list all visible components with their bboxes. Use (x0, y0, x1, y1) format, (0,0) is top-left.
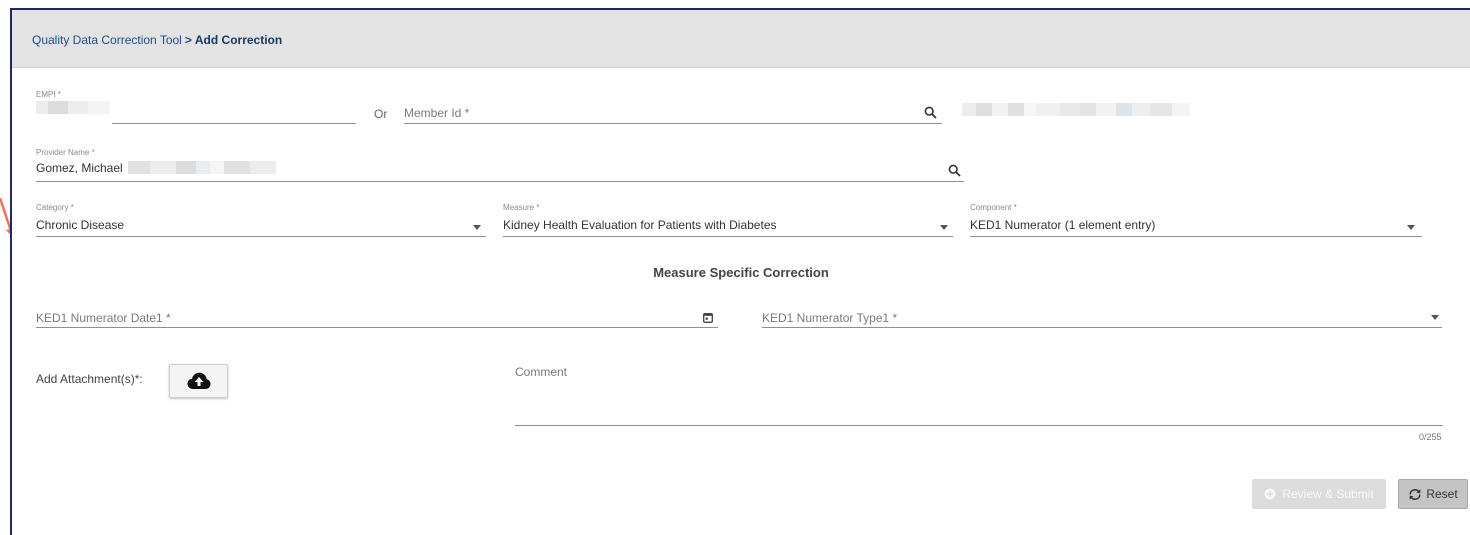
member-redacted-info (962, 103, 1190, 116)
attachment-label: Add Attachment(s)*: (36, 372, 143, 386)
chevron-down-icon[interactable] (1404, 222, 1418, 232)
measure-select[interactable] (503, 236, 953, 237)
reset-label: Reset (1426, 487, 1458, 501)
member-id-placeholder: Member Id * (404, 106, 470, 120)
provider-name-value: Gomez, Michael (36, 161, 123, 175)
empi-label: EMPI * (36, 90, 61, 99)
review-submit-button[interactable]: Review & Submit (1252, 479, 1386, 509)
chevron-down-icon[interactable] (470, 222, 484, 232)
chevron-down-icon[interactable] (1428, 312, 1442, 322)
plus-circle-icon (1264, 488, 1276, 500)
numerator-date-placeholder: KED1 Numerator Date1 * (36, 311, 171, 325)
cloud-upload-icon (187, 372, 210, 389)
provider-redacted-suffix (128, 161, 276, 174)
component-label: Component * (970, 203, 1017, 212)
search-icon[interactable] (922, 104, 938, 120)
measure-value: Kidney Health Evaluation for Patients wi… (503, 218, 777, 232)
provider-name-label: Provider Name * (36, 148, 95, 157)
measure-label: Measure * (503, 203, 540, 212)
page-header: Quality Data Correction Tool > Add Correct… (12, 10, 1470, 68)
review-submit-label: Review & Submit (1282, 487, 1374, 501)
calendar-icon[interactable] (701, 310, 715, 324)
provider-name-field[interactable] (36, 181, 964, 182)
comment-char-counter: 0/255 (1419, 432, 1442, 442)
refresh-icon (1409, 488, 1421, 500)
breadcrumb: Quality Data Correction Tool > Add Correct… (32, 33, 282, 47)
category-label: Category * (36, 203, 74, 212)
member-id-field[interactable] (404, 123, 942, 124)
category-value: Chronic Disease (36, 218, 125, 232)
breadcrumb-root-link[interactable]: Quality Data Correction Tool (32, 33, 182, 47)
component-value: KED1 Numerator (1 element entry) (970, 218, 1156, 232)
breadcrumb-separator: > (184, 33, 192, 47)
empi-field[interactable] (112, 123, 356, 124)
correction-panel: Quality Data Correction Tool > Add Correct… (10, 8, 1470, 535)
or-separator: Or (374, 107, 388, 121)
reset-button[interactable]: Reset (1398, 479, 1468, 509)
upload-attachment-button[interactable] (169, 364, 228, 398)
numerator-type-placeholder: KED1 Numerator Type1 * (762, 311, 898, 325)
section-title: Measure Specific Correction (653, 265, 829, 280)
search-icon[interactable] (946, 162, 962, 178)
numerator-type-select[interactable] (762, 327, 1442, 328)
comment-placeholder: Comment (515, 365, 568, 379)
empi-redacted-value (36, 101, 110, 114)
chevron-down-icon[interactable] (937, 222, 951, 232)
numerator-date-field[interactable] (36, 327, 718, 328)
breadcrumb-current: Add Correction (194, 33, 283, 47)
component-select[interactable] (970, 236, 1422, 237)
category-select[interactable] (36, 236, 486, 237)
comment-textarea[interactable] (515, 425, 1443, 426)
